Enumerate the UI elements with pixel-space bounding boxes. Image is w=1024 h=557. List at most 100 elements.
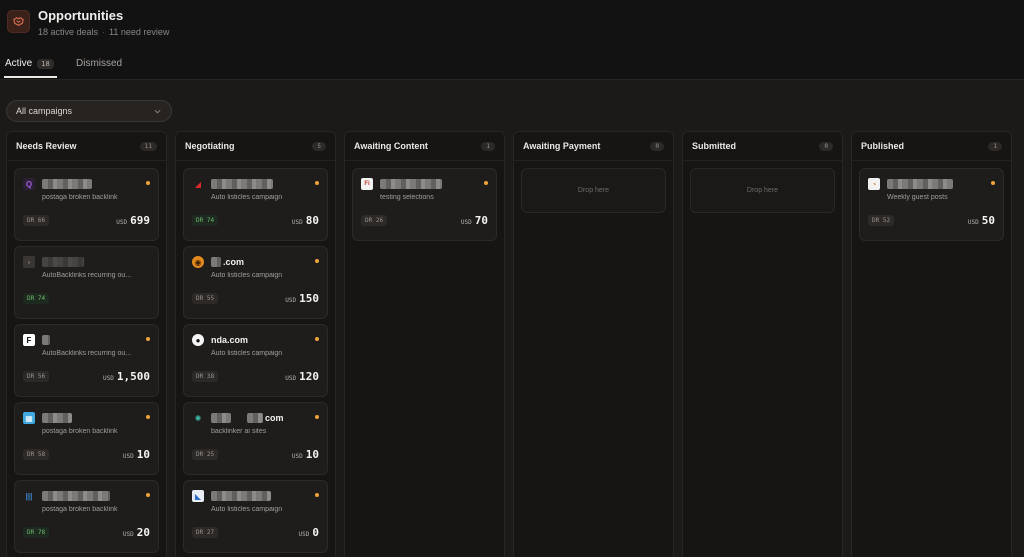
column-title: Awaiting Payment	[523, 141, 601, 151]
card-campaign: backlinker ai sites	[211, 428, 267, 435]
card-campaign: AutoBacklinks recurring ou...	[42, 272, 132, 279]
card-campaign: Auto listicles campaign	[211, 272, 283, 279]
status-dot	[315, 493, 319, 497]
deal-card[interactable]: F AutoBacklinks recurring ou... DR 56 US…	[14, 324, 159, 397]
column-submitted: Submitted 0 Drop here	[682, 131, 843, 557]
card-price: USD 50	[968, 214, 995, 227]
site-logo-icon: ◣	[192, 490, 204, 502]
deal-card[interactable]: ◔ Weekly guest posts DR 52 USD 50	[859, 168, 1004, 241]
price-currency: USD	[298, 531, 310, 538]
drop-zone[interactable]: Drop here	[521, 168, 666, 213]
card-price: USD 699	[116, 214, 150, 227]
site-logo-icon: ●	[192, 334, 204, 346]
price-currency: USD	[103, 375, 114, 382]
card-price: USD 20	[123, 526, 150, 539]
dr-badge: DR 56	[23, 371, 50, 382]
need-review-count: 11 need review	[109, 27, 170, 37]
price-amount: 50	[981, 214, 995, 227]
site-name: nda.com	[211, 335, 248, 345]
price-currency: USD	[285, 297, 297, 304]
card-campaign: postaga broken backlink	[42, 194, 118, 201]
column-negotiating: Negotiating 5 ◢ Auto listicles campaign …	[175, 131, 336, 557]
deal-card[interactable]: ||| postaga broken backlink DR 78 USD 20	[14, 480, 159, 553]
page-subtitle: 18 active deals · 11 need review	[38, 27, 169, 37]
deal-card[interactable]: ▦ postaga broken backlink DR 58 USD 10	[14, 402, 159, 475]
column-title: Needs Review	[16, 141, 77, 151]
deal-card[interactable]: ◉ .com Auto listicles campaign DR 55 USD…	[183, 246, 328, 319]
card-campaign: postaga broken backlink	[42, 428, 118, 435]
column-count: 0	[650, 141, 664, 151]
status-dot	[991, 181, 995, 185]
card-campaign: AutoBacklinks recurring ou...	[42, 350, 132, 357]
tab-dismissed[interactable]: Dismissed	[76, 58, 122, 69]
price-currency: USD	[122, 453, 134, 460]
redacted-name	[211, 257, 221, 267]
card-campaign: Weekly guest posts	[887, 194, 948, 201]
campaign-filter-select[interactable]: All campaigns	[6, 100, 172, 122]
dr-badge: DR 66	[23, 215, 50, 226]
price-currency: USD	[967, 219, 979, 226]
redacted-name	[887, 179, 953, 189]
tab-active-label: Active	[5, 58, 33, 69]
site-name-suffix: nda.com	[211, 335, 249, 345]
column-count: 0	[819, 141, 833, 151]
page-title: Opportunities	[38, 8, 124, 23]
column-header: Published 1	[852, 132, 1011, 161]
dr-badge: DR 26	[361, 215, 388, 226]
deal-card[interactable]: ◣ Auto listicles campaign DR 27 USD 0	[183, 480, 328, 553]
site-logo-icon: Fi	[361, 178, 373, 190]
card-price: USD 150	[285, 292, 319, 305]
status-dot	[146, 493, 150, 497]
deal-card[interactable]: ▪ AutoBacklinks recurring ou... DR 74	[14, 246, 159, 319]
redacted-name	[42, 491, 110, 501]
dr-badge: DR 38	[192, 371, 219, 382]
price-currency: USD	[460, 219, 472, 226]
price-currency: USD	[116, 219, 128, 226]
status-dot	[146, 337, 150, 341]
active-tab-indicator	[4, 76, 57, 78]
column-awaiting-payment: Awaiting Payment 0 Drop here	[513, 131, 674, 557]
site-name	[42, 413, 72, 423]
card-price: USD 10	[123, 448, 150, 461]
column-header: Awaiting Content 1	[345, 132, 504, 161]
deal-card[interactable]: Q postaga broken backlink DR 66 USD 699	[14, 168, 159, 241]
price-amount: 150	[299, 292, 319, 305]
redacted-name	[42, 257, 84, 267]
page-header: Opportunities 18 active deals · 11 need re…	[0, 0, 1024, 80]
drop-zone[interactable]: Drop here	[690, 168, 835, 213]
site-name	[42, 491, 110, 501]
price-amount: 20	[136, 526, 150, 539]
status-dot	[146, 415, 150, 419]
card-price: USD 120	[285, 370, 319, 383]
redacted-name	[42, 335, 50, 345]
deal-card[interactable]: ● nda.com Auto listicles campaign DR 38 …	[183, 324, 328, 397]
deal-card[interactable]: ✺ com backlinker ai sites DR 25 USD 10	[183, 402, 328, 475]
column-count: 5	[312, 141, 326, 151]
deal-card[interactable]: ◢ Auto listicles campaign DR 74 USD 80	[183, 168, 328, 241]
redacted-name	[211, 413, 231, 423]
deal-card[interactable]: Fi testing selections DR 26 USD 70	[352, 168, 497, 241]
tab-active-count: 18	[37, 58, 54, 69]
dr-badge: DR 52	[868, 215, 895, 226]
card-price: USD 0	[299, 526, 319, 539]
price-amount: 1,500	[116, 370, 150, 383]
site-name	[42, 335, 50, 345]
column-awaiting-content: Awaiting Content 1 Fi testing selections…	[344, 131, 505, 557]
tab-active[interactable]: Active 18	[5, 58, 54, 69]
price-amount: 120	[299, 370, 319, 383]
column-count: 1	[988, 141, 1002, 151]
dr-badge: DR 78	[23, 527, 50, 538]
site-logo-icon: ◢	[194, 179, 202, 189]
status-dot	[484, 181, 488, 185]
column-published: Published 1 ◔ Weekly guest posts DR 52 U…	[851, 131, 1012, 557]
site-name	[211, 491, 271, 501]
price-amount: 80	[305, 214, 319, 227]
site-logo-icon: F	[23, 334, 35, 346]
price-amount: 699	[130, 214, 150, 227]
site-logo-icon: ◔	[868, 178, 880, 190]
card-price: USD 80	[292, 214, 319, 227]
campaign-filter-value: All campaigns	[16, 106, 73, 116]
dr-badge: DR 25	[192, 449, 219, 460]
dr-badge: DR 58	[23, 449, 50, 460]
column-needs-review: Needs Review 11 Q postaga broken backlin…	[6, 131, 167, 557]
